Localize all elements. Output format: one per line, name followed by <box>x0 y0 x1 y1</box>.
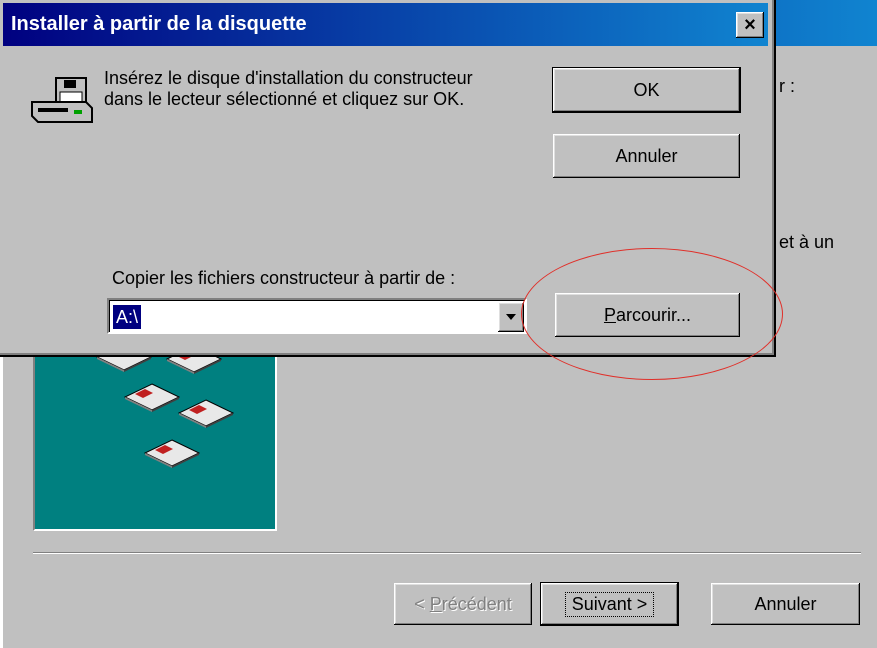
next-button[interactable]: Suivant > <box>540 582 679 626</box>
instruction-line: dans le lecteur sélectionné et cliquez s… <box>104 89 465 109</box>
browse-button-label: Parcourir... <box>603 304 692 325</box>
browse-button[interactable]: Parcourir... <box>555 293 740 337</box>
cancel-button[interactable]: Annuler <box>553 134 740 178</box>
ok-button[interactable]: OK <box>552 67 741 113</box>
dropdown-arrow-icon <box>506 314 516 320</box>
dialog-title: Installer à partir de la disquette <box>11 13 307 35</box>
combobox-field: A:\ <box>109 300 525 332</box>
floppy-disk-icon <box>143 439 201 468</box>
next-button-label: Suivant > <box>564 591 655 617</box>
instruction-text: Insérez le disque d'installation du cons… <box>104 68 473 110</box>
back-button-label: < Précédent <box>414 593 512 614</box>
instruction-line: Insérez le disque d'installation du cons… <box>104 68 473 88</box>
ok-button-label: OK <box>633 79 660 100</box>
install-from-disk-dialog: Installer à partir de la disquette × Ins… <box>0 0 776 357</box>
copy-from-combobox[interactable]: A:\ <box>107 298 527 334</box>
cancel-button-label: Annuler <box>615 145 678 166</box>
background-text-fragment: r : <box>779 76 795 96</box>
floppy-drive-icon <box>31 77 93 123</box>
background-text-fragment: et à un <box>779 232 835 252</box>
wizard-cancel-label: Annuler <box>754 593 817 614</box>
back-button[interactable]: < Précédent <box>394 583 532 625</box>
copy-from-value[interactable]: A:\ <box>113 305 142 329</box>
dialog-titlebar: Installer à partir de la disquette × <box>3 3 768 46</box>
wizard-cancel-button[interactable]: Annuler <box>711 583 860 625</box>
close-icon: × <box>744 13 756 36</box>
dropdown-arrow-button[interactable] <box>498 302 524 332</box>
floppy-disk-icon <box>177 399 235 428</box>
wizard-separator <box>33 552 861 554</box>
copy-from-label: Copier les fichiers constructeur à parti… <box>112 268 456 288</box>
wizard-illustration <box>33 350 277 531</box>
close-button[interactable]: × <box>736 12 764 38</box>
floppy-disk-icon <box>123 383 181 412</box>
